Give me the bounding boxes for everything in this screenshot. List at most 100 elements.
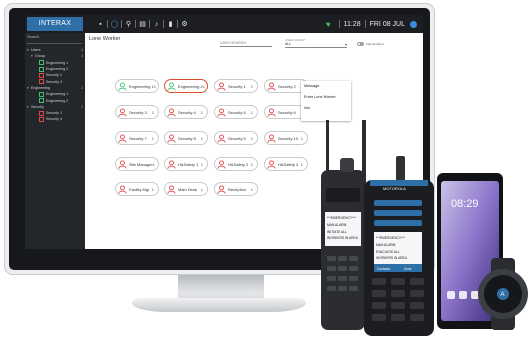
tree-item[interactable]: Security 4 (27, 116, 83, 122)
softkey-contacts[interactable]: Contacts (377, 267, 390, 271)
toolbar-divider (163, 20, 164, 28)
stats-icon[interactable]: ▮ (165, 20, 176, 28)
tree-item-count: 2 (81, 85, 83, 90)
status-divider (338, 20, 340, 28)
worker-tile[interactable]: Engineering 21 (164, 79, 208, 93)
keypad-key[interactable] (327, 286, 336, 291)
context-menu-item[interactable]: Info (301, 103, 351, 114)
keypad-key[interactable] (338, 266, 347, 271)
person-icon (217, 133, 226, 143)
person-icon (267, 81, 276, 91)
keypad-key[interactable] (338, 276, 347, 281)
worker-tile[interactable]: Security 5 1 (214, 105, 258, 119)
smartwatch: A (478, 258, 528, 330)
status-indicator-icon (39, 66, 44, 72)
softkey-zone[interactable]: Zone (404, 267, 412, 271)
settings-icon[interactable]: ⚙ (179, 20, 190, 28)
worker-name: H&Safety 2 (228, 161, 249, 167)
keypad-key[interactable] (372, 302, 386, 309)
toolbar: ▪ ◯ ⚲ ▤ ♪ ▮ ⚙ (95, 18, 190, 30)
worker-tile[interactable]: Security 4 1 (164, 105, 208, 119)
status-area: ♥ 11:28 FRI 08 JUL (326, 18, 417, 30)
radio-icon[interactable]: ▤ (137, 20, 148, 28)
keypad-key[interactable] (372, 314, 386, 321)
sidebar-search-input[interactable] (27, 40, 82, 44)
worker-name: Engineering 2 (178, 83, 203, 89)
tree-item-label: Security (31, 104, 44, 109)
keypad-key[interactable] (327, 266, 336, 271)
page-title: Lone Worker (89, 36, 121, 42)
worker-count: 1 (200, 135, 203, 141)
person-icon (167, 159, 176, 169)
worker-tile[interactable]: Security 10 1 (264, 131, 308, 145)
person-icon (118, 81, 127, 91)
user-tree: ▾ Users 4 ▾ Group 4 Engineering 1 Engineering 2… (27, 47, 83, 123)
heart-icon: ♥ (325, 19, 331, 29)
worker-tile[interactable]: Facility Mgr 1 (115, 182, 159, 196)
keypad-key[interactable] (391, 314, 405, 321)
keypad-key[interactable] (372, 290, 386, 297)
status-indicator-icon (39, 116, 44, 122)
keypad-key[interactable] (410, 278, 424, 285)
user-search-input[interactable]: USER SEARCH (220, 41, 272, 47)
worker-name: Security 5 (228, 109, 246, 115)
location-icon[interactable]: ⚲ (123, 20, 134, 28)
app-icon[interactable] (447, 291, 455, 299)
phone-clock: 08:29 (451, 198, 479, 210)
keypad-key[interactable] (338, 286, 347, 291)
worker-tile[interactable]: Engineering 11 (115, 79, 159, 93)
worker-tile[interactable]: H&Safety 31 (264, 157, 308, 171)
user-group-select[interactable]: ALL ▾ (285, 42, 347, 48)
worker-name: Security 4 (178, 109, 196, 115)
worker-name: Security 3 (129, 109, 147, 115)
layout-icon[interactable]: ▪ (95, 21, 106, 28)
worker-tile[interactable]: Security 9 1 (214, 131, 258, 145)
keypad-key[interactable] (327, 256, 336, 261)
tree-item-label: Security 4 (46, 117, 62, 122)
status-indicator-icon (39, 91, 44, 97)
worker-count: 1 (202, 83, 205, 89)
worker-tile[interactable]: Reception 1 (214, 182, 258, 196)
keypad-key[interactable] (391, 278, 405, 285)
worker-tile[interactable]: Security 1 1 (214, 79, 258, 93)
radio-center-line: EVACUATE ALL (376, 250, 400, 254)
radio-antenna (362, 120, 366, 184)
worker-tile[interactable]: Main Desk 1 (164, 182, 208, 196)
tree-item-label: Security 1 (46, 73, 62, 78)
map-toggle[interactable]: Map Enabled (357, 42, 384, 46)
person-icon (167, 133, 176, 143)
worker-tile[interactable]: H&Safety 21 (214, 157, 258, 171)
keypad-key[interactable] (372, 278, 386, 285)
worker-tile[interactable]: Security 3 1 (115, 105, 159, 119)
worker-name: Security 6 (278, 109, 296, 115)
profile-dot-icon[interactable] (410, 20, 417, 28)
keypad-key[interactable] (338, 256, 347, 261)
person-icon (118, 184, 127, 194)
app-logo[interactable]: INTERAX (27, 17, 83, 31)
tree-item-label: Engineering 1 (46, 92, 69, 97)
keypad-key[interactable] (391, 290, 405, 297)
tree-item-label: Users (31, 48, 41, 53)
speaker-grille (374, 220, 422, 226)
worker-tile[interactable]: Security 7 1 (115, 131, 159, 145)
keypad-key[interactable] (410, 290, 424, 297)
toggle-switch[interactable] (357, 42, 364, 46)
keypad-key[interactable] (410, 314, 424, 321)
keypad-key[interactable] (410, 302, 424, 309)
worker-count: 1 (153, 83, 156, 89)
tree-item-count: 4 (81, 54, 83, 59)
keypad-key[interactable] (327, 276, 336, 281)
tree-item-count: 4 (81, 48, 83, 53)
worker-tile[interactable]: Security 8 1 (164, 131, 208, 145)
toolbar-divider (149, 20, 150, 28)
keypad-key[interactable] (391, 302, 405, 309)
app-icon[interactable] (459, 291, 467, 299)
user-icon[interactable]: ◯ (109, 20, 120, 28)
context-menu-item[interactable]: Enter Lone Worker (301, 92, 351, 103)
context-menu-item[interactable]: Message (301, 81, 351, 92)
radio-center-line: MAN ALARM (376, 243, 396, 247)
worker-tile[interactable]: Site Manager 1 (115, 157, 159, 171)
worker-tile[interactable]: H&Safety 11 (164, 157, 208, 171)
worker-name: Facility Mgr (129, 186, 150, 192)
mic-icon[interactable]: ♪ (151, 21, 162, 28)
